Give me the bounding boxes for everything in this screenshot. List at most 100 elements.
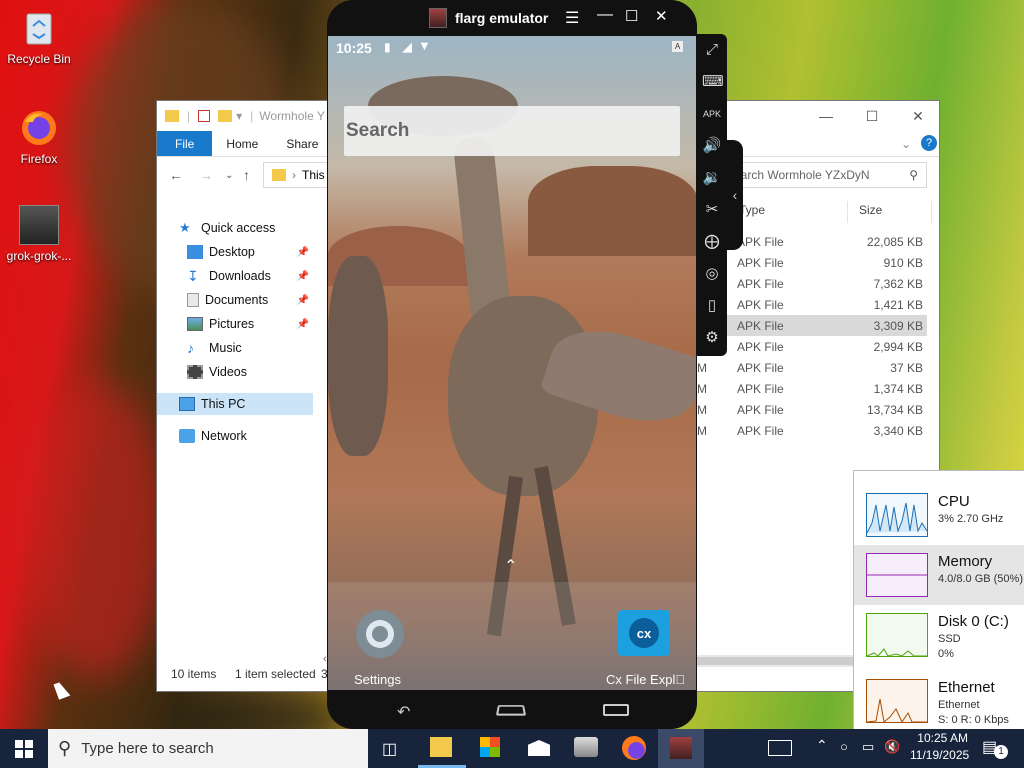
file-row[interactable]: M APK File 37 KB [697,357,927,378]
nav-pictures[interactable]: Pictures 📌 [187,313,313,335]
desktop-folder-icon [187,245,203,259]
nav-quick-access[interactable]: ★ Quick access [179,217,335,239]
keyboard-icon[interactable]: ⌨ [702,72,724,92]
file-modified-fragment: M [697,424,707,438]
volume-muted-icon[interactable]: 🔇 [884,739,900,755]
cx-file-explorer-app-icon[interactable]: cx [618,610,670,656]
perf-memory[interactable]: Memory 4.0/8.0 GB (50%) [854,545,1024,605]
android-back-button[interactable]: ↶ [397,702,410,722]
shake-icon[interactable]: ▯ [702,296,722,316]
help-icon[interactable]: ? [921,135,937,151]
tab-file[interactable]: File [157,131,213,156]
remote-desktop-icon[interactable] [574,737,598,757]
grok-file-icon[interactable]: grok-grok-... [3,205,75,263]
emulator-sidebar: ⤢ ⌨ APK 🔊 🔉 ✂ ⨁ ◎ ▯ ⚙ [697,34,727,356]
firefox-label: Firefox [20,152,58,166]
file-row[interactable]: M APK File 1,374 KB [697,378,927,399]
disk-graph [866,613,928,657]
pin-icon[interactable]: 📌 [297,247,309,258]
show-hidden-icons-chevron[interactable]: ⌃ [816,737,828,754]
close-button[interactable]: ✕ [895,101,941,131]
file-row[interactable]: M APK File 13,734 KB [697,399,927,420]
perf-disk[interactable]: Disk 0 (C:) SSD 0% [854,605,1024,665]
file-row[interactable]: APK File 7,362 KB [697,273,927,294]
nav-downloads[interactable]: ↧ Downloads 📌 [187,265,313,287]
file-row[interactable]: APK File 1,421 KB [697,294,927,315]
emulator-maximize-button[interactable]: ☐ [625,7,638,25]
volume-up-icon[interactable]: 🔊 [702,136,722,156]
clock[interactable]: 10:25 AM 11/19/2025 [910,731,969,762]
search-input[interactable]: earch Wormhole YZxDyN ⚲ [727,162,927,188]
pin-icon[interactable]: 📌 [297,295,309,306]
google-search-bar[interactable]: Search [344,106,680,156]
hamburger-menu-icon[interactable]: ☰ [565,8,579,28]
perf-ethernet[interactable]: Ethernet Ethernet S: 0 R: 0 Kbps [854,671,1024,731]
clock-time: 10:25 AM [917,731,968,745]
folder-icon [272,169,286,181]
quick-access-dropdown-icon[interactable]: ▾ [236,109,242,123]
pin-icon[interactable]: 📌 [297,271,309,282]
image-thumbnail-icon [19,205,59,245]
up-arrow-icon[interactable]: ↑ [243,167,250,183]
tab-share[interactable]: Share [272,131,332,156]
meet-now-icon[interactable]: ○ [840,739,848,754]
column-header-size[interactable]: Size [859,203,882,227]
nav-videos[interactable]: Videos [187,361,313,383]
taskbar-search-placeholder: Type here to search [81,740,214,757]
app-drawer-chevron-icon[interactable]: ⌃ [504,556,517,576]
cpu-graph [866,493,928,537]
fullscreen-icon[interactable]: ⤢ [702,40,722,60]
signal-icon: ◢ [402,39,412,54]
minimize-button[interactable]: — [803,101,849,131]
nav-music[interactable]: ♪ Music [187,337,313,359]
file-explorer-taskbar-icon[interactable] [430,737,452,757]
new-folder-icon[interactable] [218,110,233,122]
multi-instance-icon[interactable]: ⨁ [702,232,722,252]
start-button[interactable] [0,729,48,768]
screenshot-icon[interactable]: ✂ [702,200,722,220]
settings-app-icon[interactable] [350,604,410,664]
android-home-button[interactable] [495,705,527,716]
perf-cpu[interactable]: CPU 3% 2.70 GHz [854,485,1024,545]
android-home-screen[interactable]: 10:25 ▮ ◢ ▼ A Search ⌃ Settings cx Cx Fi… [328,36,696,690]
firefox-desktop-icon[interactable]: Firefox [3,108,75,166]
maximize-button[interactable]: ☐ [849,101,895,131]
tab-home[interactable]: Home [212,131,272,156]
search-placeholder: earch Wormhole YZxDyN [734,168,870,182]
recycle-bin-icon[interactable]: Recycle Bin [3,8,75,66]
install-apk-icon[interactable]: APK [702,104,722,124]
properties-icon[interactable] [198,110,211,122]
sidebar-collapse-chevron-icon[interactable]: ‹ [727,140,743,250]
forward-arrow-icon[interactable]: → [199,167,213,183]
emulator-close-button[interactable]: ✕ [655,7,668,25]
pin-icon[interactable]: 📌 [297,319,309,330]
nav-documents[interactable]: Documents 📌 [187,289,313,311]
star-icon: ★ [179,220,191,235]
android-recents-button[interactable] [603,704,629,716]
file-row[interactable]: APK File 910 KB [697,252,927,273]
file-row[interactable]: APK File 2,994 KB [697,336,927,357]
nav-desktop[interactable]: Desktop 📌 [187,241,313,263]
emulator-taskbar-button[interactable] [658,729,704,768]
emulator-minimize-button[interactable]: — [597,6,613,24]
store-icon[interactable] [480,737,500,757]
nav-this-pc[interactable]: This PC [157,393,313,415]
location-icon[interactable]: ◎ [702,264,722,284]
recent-locations-icon[interactable]: ⌄ [225,170,233,181]
mail-icon[interactable] [528,740,550,756]
file-size: 37 KB [890,361,923,375]
file-row[interactable]: M APK File 3,340 KB [697,420,927,441]
back-arrow-icon[interactable]: ← [169,167,183,183]
settings-gear-icon[interactable]: ⚙ [702,328,722,348]
search-icon: ⚲ [909,168,918,182]
network-status-icon[interactable]: ▭ [862,739,874,755]
touch-keyboard-icon[interactable] [768,740,792,756]
volume-down-icon[interactable]: 🔉 [702,168,722,188]
firefox-taskbar-icon[interactable] [622,736,646,760]
task-view-icon[interactable]: ◫ [382,739,397,759]
file-row[interactable]: APK File 3,309 KB [697,315,927,336]
nav-network[interactable]: Network [179,425,335,447]
ribbon-expand-icon[interactable]: ⌄ [901,137,911,151]
file-size: 2,994 KB [873,340,923,354]
taskbar-search-input[interactable]: ⚲ Type here to search [48,729,368,768]
